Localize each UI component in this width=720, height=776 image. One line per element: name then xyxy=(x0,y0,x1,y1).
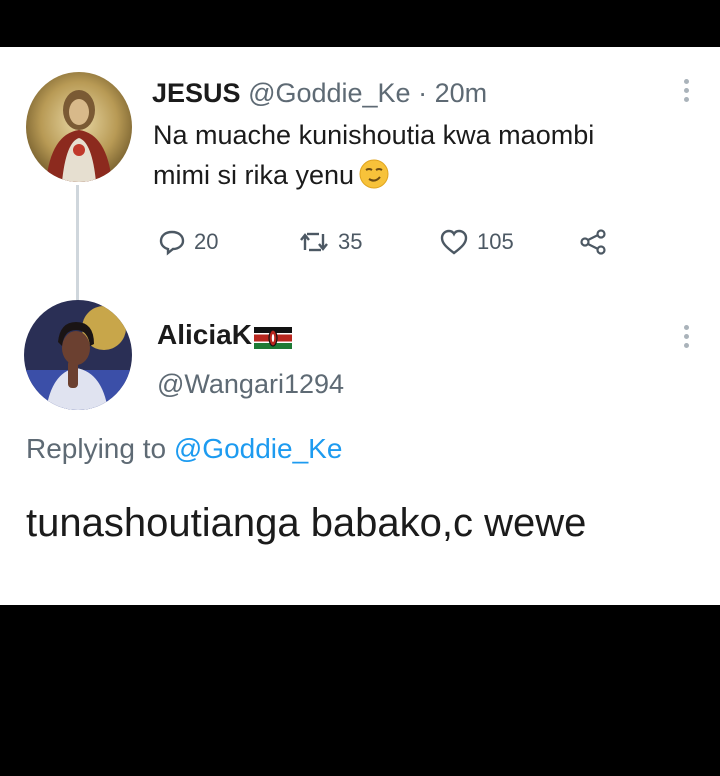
reply-author-label: AliciaK xyxy=(157,319,252,350)
smirking-face-icon xyxy=(358,158,390,190)
heart-icon xyxy=(440,229,468,255)
replying-to-handle-link[interactable]: @Goddie_Ke xyxy=(174,433,343,464)
thread-connector-line xyxy=(76,185,79,303)
author-handle[interactable]: @Goddie_Ke xyxy=(248,78,411,108)
tweet-text: Na muache kunishoutia kwa maombi mimi si… xyxy=(153,115,613,195)
share-icon xyxy=(580,229,606,255)
retweet-action[interactable]: 35 xyxy=(298,224,362,260)
reply-more-options-icon[interactable] xyxy=(684,325,692,352)
reply-count: 20 xyxy=(194,229,219,254)
replying-to-label: Replying to xyxy=(26,433,167,464)
more-options-icon[interactable] xyxy=(684,79,692,106)
reply-body: tunashoutianga babako,c wewe xyxy=(26,501,587,545)
reply-action[interactable]: 20 xyxy=(158,224,218,260)
kenya-flag-icon xyxy=(253,324,292,349)
retweet-count: 35 xyxy=(338,229,363,254)
retweet-icon xyxy=(300,232,328,252)
avatar-aliciak[interactable] xyxy=(24,300,132,410)
replying-to-line: Replying to @Goddie_Ke xyxy=(26,433,342,465)
reply-author-handle[interactable]: @Wangari1294 xyxy=(157,369,344,400)
separator-dot: · xyxy=(418,78,428,108)
screenshot-card: JESUS @Goddie_Ke · 20m Na muache kunisho… xyxy=(0,47,720,605)
reply-author-name[interactable]: AliciaK xyxy=(157,319,292,351)
like-count: 105 xyxy=(477,229,514,254)
share-action[interactable] xyxy=(578,224,608,260)
reply-icon xyxy=(159,230,185,256)
tweet-time[interactable]: 20m xyxy=(435,78,488,108)
like-action[interactable]: 105 xyxy=(439,224,514,260)
avatar-jesus[interactable] xyxy=(26,72,132,182)
author-name[interactable]: JESUS xyxy=(152,78,241,108)
tweet-actions: 20 35 105 xyxy=(158,224,628,260)
tweet-header: JESUS @Goddie_Ke · 20m xyxy=(152,77,487,109)
